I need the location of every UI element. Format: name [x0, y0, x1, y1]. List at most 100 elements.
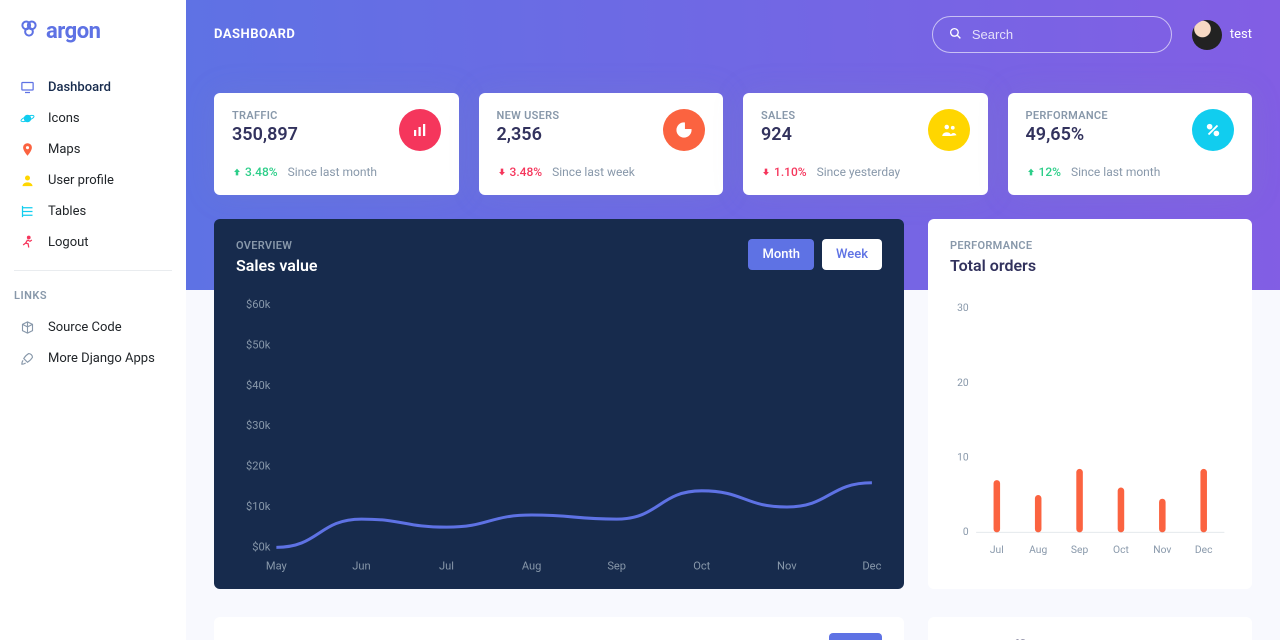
- stat-label: TRAFFIC: [232, 109, 399, 122]
- stat-since: Since last week: [552, 165, 635, 179]
- svg-text:$60k: $60k: [246, 298, 271, 311]
- sidebar-item-label: Maps: [48, 142, 80, 157]
- nav-separator: [14, 270, 172, 271]
- chart-range-tabs: Month Week: [748, 239, 882, 270]
- stat-since: Since last month: [288, 165, 377, 179]
- user-menu[interactable]: test: [1192, 20, 1252, 50]
- svg-text:Jun: Jun: [352, 560, 370, 573]
- svg-text:Jul: Jul: [990, 543, 1004, 556]
- orders-chart: PERFORMANCE Total orders 0 10 20 30 Jul Aug Se…: [928, 219, 1252, 589]
- links-header: LINKS: [0, 283, 186, 312]
- stat-delta: 3.48%: [232, 165, 278, 179]
- stat-card-sales: SALES9241.10%Since yesterday: [743, 93, 988, 195]
- svg-text:Oct: Oct: [693, 560, 710, 573]
- arrow-down-icon: [761, 167, 771, 177]
- sales-chart: OVERVIEW Sales value Month Week $0k$10k$…: [214, 219, 904, 589]
- orders-chart-overline: PERFORMANCE: [950, 239, 1230, 252]
- svg-text:Oct: Oct: [1113, 543, 1129, 556]
- arrow-up-icon: [1026, 167, 1036, 177]
- charts-row: OVERVIEW Sales value Month Week $0k$10k$…: [186, 219, 1280, 589]
- svg-text:$20k: $20k: [246, 460, 271, 473]
- search-input[interactable]: [972, 27, 1155, 42]
- stat-value: 350,897: [232, 124, 399, 145]
- svg-text:Dec: Dec: [1195, 543, 1213, 556]
- sidebar-item-tables[interactable]: Tables: [6, 196, 180, 227]
- sidebar-item-label: More Django Apps: [48, 351, 155, 366]
- sidebar-item-maps[interactable]: Maps: [6, 134, 180, 165]
- svg-text:10: 10: [957, 450, 969, 463]
- page-title: DASHBOARD: [214, 27, 295, 42]
- run-icon: [18, 235, 36, 250]
- social-traffic-panel: Social traffic x: [928, 617, 1252, 640]
- tab-week[interactable]: Week: [822, 239, 882, 270]
- sidebar-item-label: Source Code: [48, 320, 122, 335]
- svg-text:Nov: Nov: [777, 560, 797, 573]
- stat-delta: 1.10%: [761, 165, 807, 179]
- sidebar-item-label: Tables: [48, 204, 86, 219]
- stat-card-new-users: NEW USERS2,3563.48%Since last week: [479, 93, 724, 195]
- sidebar-item-dashboard[interactable]: Dashboard: [6, 72, 180, 103]
- svg-text:$30k: $30k: [246, 419, 271, 432]
- main-nav: Dashboard Icons Maps User profile Tables Logo…: [0, 72, 186, 258]
- main-content: DASHBOARD test TRAFFIC 350,897 3.48% Since …: [186, 0, 1280, 640]
- arrow-down-icon: [497, 167, 507, 177]
- monitor-icon: [18, 80, 36, 95]
- arrow-up-icon: [232, 167, 242, 177]
- svg-text:20: 20: [957, 376, 969, 389]
- sales-chart-title: Sales value: [236, 256, 748, 275]
- stat-label: SALES: [761, 109, 928, 122]
- avatar: [1192, 20, 1222, 50]
- stat-card-traffic: TRAFFIC 350,897 3.48% Since last month: [214, 93, 459, 195]
- users-icon: [928, 109, 970, 151]
- sidebar: argon Dashboard Icons Maps User profile Tabl…: [0, 0, 186, 640]
- svg-text:Nov: Nov: [1153, 543, 1171, 556]
- stat-label: NEW USERS: [497, 109, 664, 122]
- brand[interactable]: argon: [0, 0, 186, 72]
- stat-cards-row: TRAFFIC 350,897 3.48% Since last month NEW U…: [186, 93, 1280, 195]
- svg-text:Jul: Jul: [439, 560, 454, 573]
- svg-text:30: 30: [957, 301, 969, 314]
- svg-text:$40k: $40k: [246, 379, 271, 392]
- bar-chart-icon: [399, 109, 441, 151]
- stat-since: Since last month: [1071, 165, 1160, 179]
- sidebar-item-user-profile[interactable]: User profile: [6, 165, 180, 196]
- svg-text:0: 0: [963, 525, 969, 538]
- stat-value: 924: [761, 124, 928, 145]
- links-nav: Source Code More Django Apps: [0, 312, 186, 374]
- box-icon: [18, 320, 36, 335]
- sidebar-item-label: Logout: [48, 235, 89, 250]
- svg-text:Dec: Dec: [862, 560, 881, 573]
- sales-chart-overline: OVERVIEW: [236, 239, 748, 252]
- search-box[interactable]: [932, 16, 1172, 53]
- brand-logo-icon: [18, 18, 40, 44]
- svg-text:Sep: Sep: [1071, 543, 1089, 556]
- percent-icon: [1192, 109, 1234, 151]
- svg-text:$50k: $50k: [246, 338, 271, 351]
- sidebar-item-logout[interactable]: Logout: [6, 227, 180, 258]
- user-name: test: [1230, 27, 1252, 42]
- orders-chart-title: Total orders: [950, 256, 1230, 275]
- list-icon: [18, 204, 36, 219]
- brand-name: argon: [46, 19, 100, 44]
- sidebar-item-source-code[interactable]: Source Code: [6, 312, 180, 343]
- svg-text:Aug: Aug: [1029, 543, 1047, 556]
- pin-icon: [18, 142, 36, 157]
- sidebar-item-label: User profile: [48, 173, 114, 188]
- stat-delta: 12%: [1026, 165, 1061, 179]
- see-all-button[interactable]: See all: [829, 633, 882, 640]
- sidebar-item-more-django-apps[interactable]: More Django Apps: [6, 343, 180, 374]
- tab-month[interactable]: Month: [748, 239, 814, 270]
- svg-text:$10k: $10k: [246, 500, 271, 513]
- rocket-icon: [18, 351, 36, 366]
- sidebar-item-label: Dashboard: [48, 80, 111, 95]
- sidebar-item-icons[interactable]: Icons: [6, 103, 180, 134]
- stat-value: 49,65%: [1026, 124, 1193, 145]
- topbar: DASHBOARD test: [186, 0, 1280, 69]
- tables-row: See all Social traffic x: [186, 617, 1280, 640]
- svg-text:Sep: Sep: [607, 560, 626, 573]
- svg-text:May: May: [266, 560, 288, 573]
- search-icon: [949, 25, 962, 44]
- stat-delta: 3.48%: [497, 165, 543, 179]
- stat-label: PERFORMANCE: [1026, 109, 1193, 122]
- sidebar-item-label: Icons: [48, 111, 80, 126]
